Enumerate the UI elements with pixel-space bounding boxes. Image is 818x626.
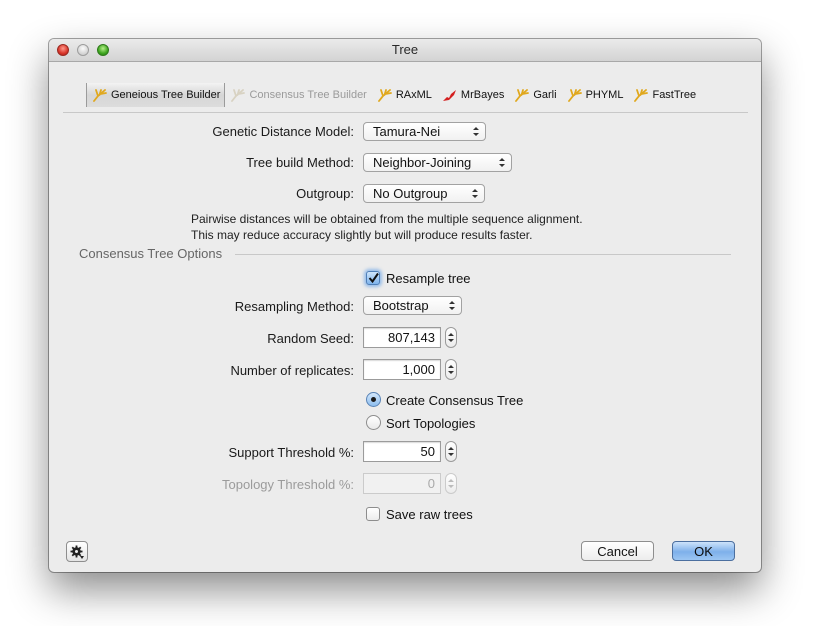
sort-topologies-label: Sort Topologies <box>386 416 476 431</box>
tree-icon <box>231 88 246 102</box>
save-raw-trees-checkbox[interactable] <box>366 507 380 521</box>
tree-icon <box>377 88 392 102</box>
random-seed-input[interactable]: 807,143 <box>363 327 441 348</box>
description-line-2: This may reduce accuracy slightly but wi… <box>191 228 533 242</box>
replicates-stepper[interactable] <box>445 359 457 380</box>
stepper-arrows-icon <box>448 365 454 374</box>
tab-label: Garli <box>533 89 557 101</box>
tab-geneious-tree-builder[interactable]: Geneious Tree Builder <box>86 83 226 107</box>
outgroup-value: No Outgroup <box>373 186 448 201</box>
build-method-label: Tree build Method: <box>246 155 354 170</box>
consensus-options-title: Consensus Tree Options <box>79 246 223 261</box>
checkmark-icon <box>368 272 379 284</box>
tab-phyml[interactable]: PHYML <box>562 83 629 107</box>
consensus-options-divider <box>235 254 731 255</box>
resample-tree-label: Resample tree <box>386 271 471 286</box>
distance-model-label: Genetic Distance Model: <box>212 124 354 139</box>
mrbayes-icon <box>442 89 456 101</box>
create-consensus-tree-label: Create Consensus Tree <box>386 393 524 408</box>
tab-fasttree[interactable]: FastTree <box>628 83 701 107</box>
stepper-arrows-icon <box>448 479 454 488</box>
resampling-method-value: Bootstrap <box>373 298 429 313</box>
tab-raxml[interactable]: RAxML <box>372 83 437 107</box>
updown-arrows-icon <box>473 127 479 136</box>
tree-dialog: Tree Geneious Tree Builder Consensus Tre… <box>49 39 761 572</box>
window-title: Tree <box>391 42 419 57</box>
tab-label: Geneious Tree Builder <box>111 89 221 101</box>
updown-arrows-icon <box>472 189 478 198</box>
tab-label: RAxML <box>395 89 432 101</box>
outgroup-label: Outgroup: <box>296 186 354 201</box>
tab-mrbayes[interactable]: MrBayes <box>437 83 509 107</box>
distance-model-select[interactable]: Tamura-Nei <box>363 122 486 141</box>
gear-icon <box>70 545 84 559</box>
resample-tree-checkbox[interactable] <box>366 271 380 285</box>
tab-consensus-tree-builder[interactable]: Consensus Tree Builder <box>225 83 371 107</box>
tab-garli[interactable]: Garli <box>509 83 561 107</box>
resampling-method-label: Resampling Method: <box>234 299 354 314</box>
replicates-label: Number of replicates: <box>230 363 354 378</box>
random-seed-stepper[interactable] <box>445 327 457 348</box>
save-raw-trees-label: Save raw trees <box>386 507 473 522</box>
build-method-value: Neighbor-Joining <box>373 155 472 170</box>
resampling-method-select[interactable]: Bootstrap <box>363 296 462 315</box>
distance-model-value: Tamura-Nei <box>373 124 441 139</box>
tree-builder-tabs: Geneious Tree Builder Consensus Tree Bui… <box>86 83 701 107</box>
tree-icon <box>93 88 107 102</box>
title-bar: Tree <box>49 39 761 62</box>
topology-threshold-label: Topology Threshold %: <box>221 477 354 492</box>
tab-label: FastTree <box>652 89 697 101</box>
create-consensus-tree-radio[interactable] <box>366 392 381 407</box>
support-threshold-label: Support Threshold %: <box>228 445 355 460</box>
build-method-select[interactable]: Neighbor-Joining <box>363 153 512 172</box>
updown-arrows-icon <box>499 158 505 167</box>
tree-icon <box>567 88 582 102</box>
updown-arrows-icon <box>449 301 455 310</box>
tab-label: Consensus Tree Builder <box>249 89 367 101</box>
outgroup-select[interactable]: No Outgroup <box>363 184 485 203</box>
ok-button[interactable]: OK <box>672 541 735 561</box>
description-line-1: Pairwise distances will be obtained from… <box>191 212 583 226</box>
topology-threshold-stepper[interactable] <box>445 473 457 494</box>
support-threshold-stepper[interactable] <box>445 441 457 462</box>
tabs-divider <box>63 112 748 113</box>
options-menu-button[interactable] <box>66 541 88 562</box>
replicates-input[interactable]: 1,000 <box>363 359 441 380</box>
tab-label: MrBayes <box>460 89 505 101</box>
tree-icon <box>515 88 530 102</box>
support-threshold-input[interactable]: 50 <box>363 441 441 462</box>
stepper-arrows-icon <box>448 447 454 456</box>
random-seed-label: Random Seed: <box>267 331 354 346</box>
tab-label: PHYML <box>585 89 624 101</box>
tree-icon <box>634 88 649 102</box>
cancel-button[interactable]: Cancel <box>581 541 654 561</box>
topology-threshold-input[interactable]: 0 <box>363 473 441 494</box>
sort-topologies-radio[interactable] <box>366 415 381 430</box>
stepper-arrows-icon <box>448 333 454 342</box>
